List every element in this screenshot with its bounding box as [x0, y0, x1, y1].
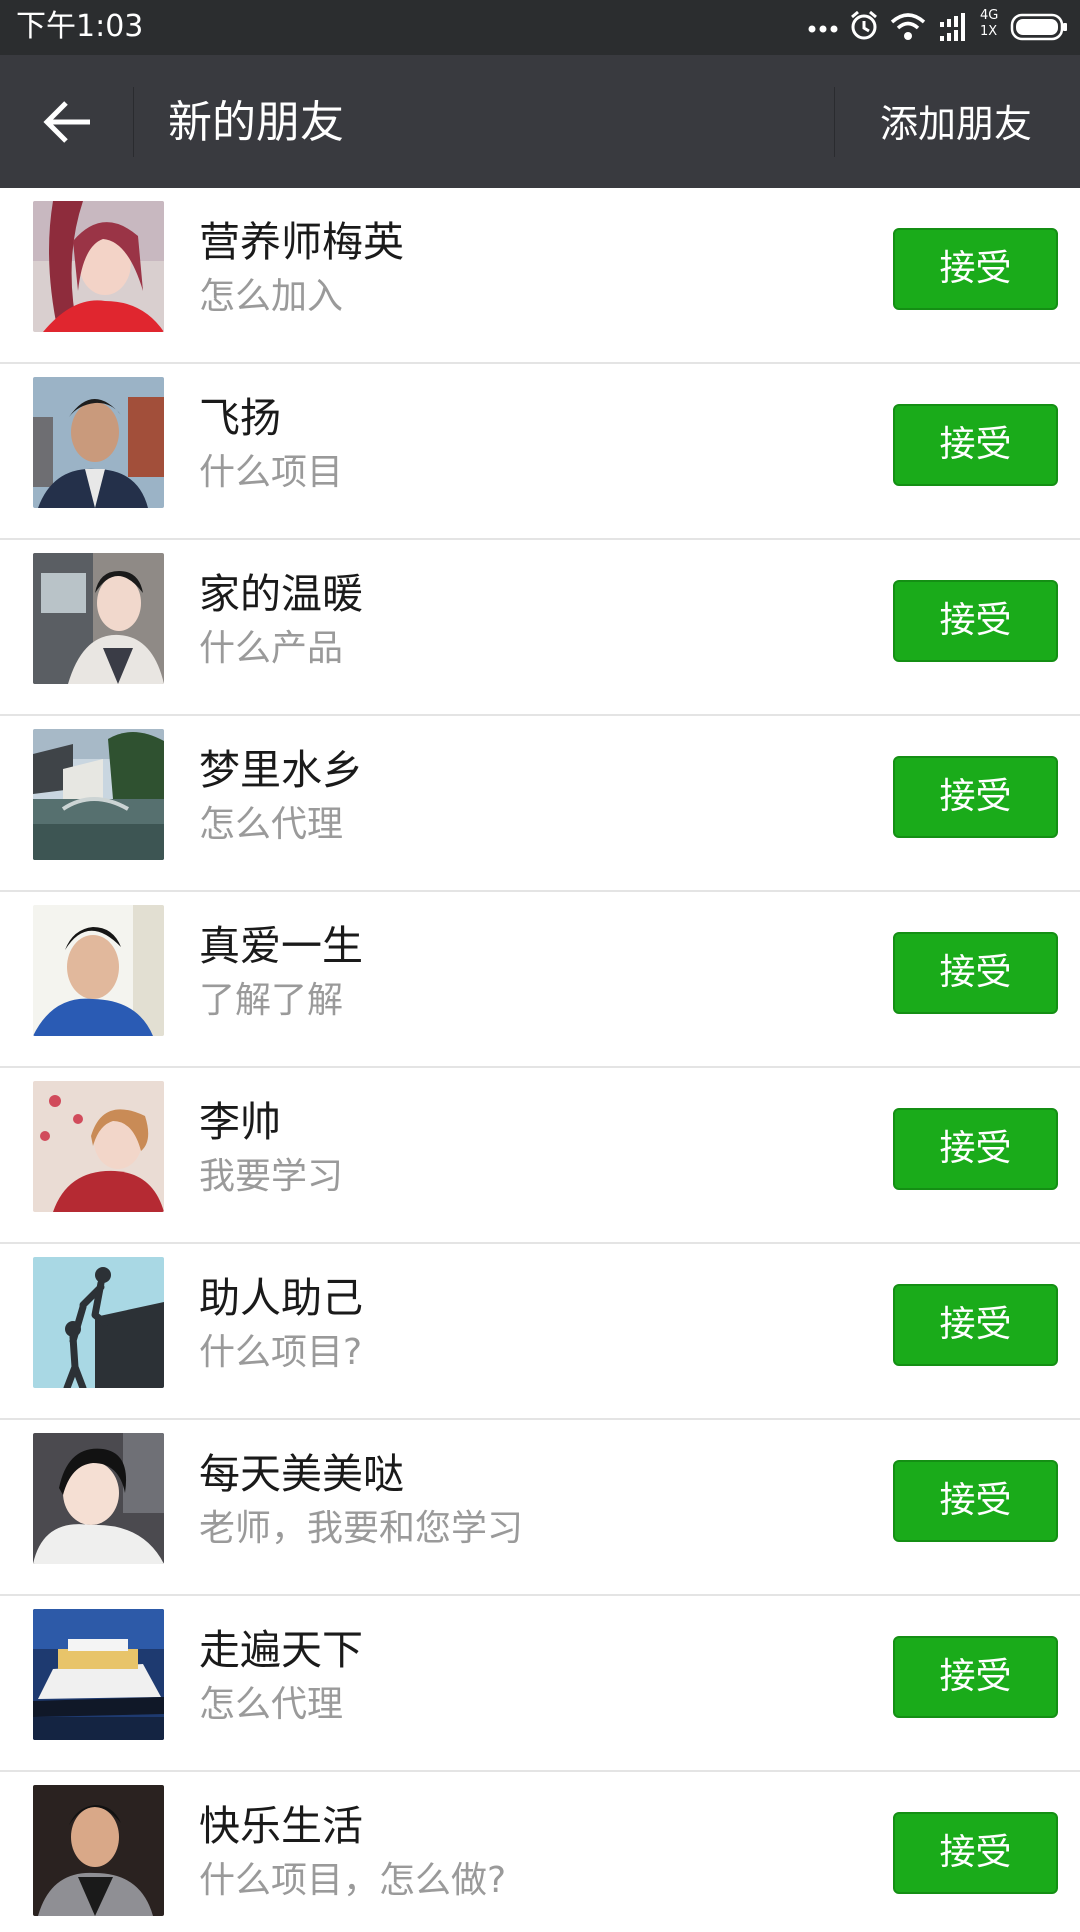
avatar — [33, 377, 164, 508]
request-name: 助人助己 — [199, 1274, 363, 1322]
app-bar-divider — [133, 87, 134, 157]
app-bar-divider — [834, 87, 835, 157]
avatar — [33, 1609, 164, 1740]
avatar — [33, 201, 164, 332]
accept-button[interactable]: 接受 — [893, 228, 1058, 310]
request-message: 什么项目，怎么做? — [199, 1860, 507, 1901]
wifi-icon — [890, 12, 926, 42]
friend-request-row[interactable]: 李帅 我要学习 接受 — [0, 1068, 1080, 1244]
request-name: 飞扬 — [199, 394, 281, 442]
friend-request-list: 营养师梅英 怎么加入 接受 飞扬 什么项目 接受 家的温暖 什么产品 接受 梦里… — [0, 188, 1080, 1932]
request-name: 家的温暖 — [199, 570, 363, 618]
avatar — [33, 1433, 164, 1564]
accept-button[interactable]: 接受 — [893, 1108, 1058, 1190]
signal-icon — [940, 12, 976, 42]
request-name: 营养师梅英 — [199, 218, 404, 266]
more-dots-icon — [808, 20, 838, 34]
avatar — [33, 905, 164, 1036]
avatar — [33, 1785, 164, 1916]
request-message: 怎么代理 — [199, 804, 344, 845]
page-title: 新的朋友 — [168, 97, 344, 148]
request-name: 走遍天下 — [199, 1626, 363, 1674]
request-message: 怎么代理 — [199, 1684, 344, 1725]
add-friend-button[interactable]: 添加朋友 — [880, 99, 1032, 149]
request-message: 什么产品 — [199, 628, 344, 669]
app-bar: 新的朋友 添加朋友 — [0, 55, 1080, 188]
friend-request-row[interactable]: 走遍天下 怎么代理 接受 — [0, 1596, 1080, 1772]
accept-button[interactable]: 接受 — [893, 1284, 1058, 1366]
request-message: 怎么加入 — [199, 276, 344, 317]
request-message: 什么项目 — [199, 452, 344, 493]
alarm-icon — [848, 10, 880, 42]
accept-button[interactable]: 接受 — [893, 580, 1058, 662]
request-message: 老师，我要和您学习 — [199, 1508, 524, 1549]
status-bar: 下午1:03 4G 1X — [0, 0, 1080, 55]
accept-button[interactable]: 接受 — [893, 756, 1058, 838]
accept-button[interactable]: 接受 — [893, 1812, 1058, 1894]
accept-button[interactable]: 接受 — [893, 1636, 1058, 1718]
avatar — [33, 1081, 164, 1212]
arrow-left-icon — [43, 101, 90, 143]
avatar — [33, 553, 164, 684]
request-name: 李帅 — [199, 1098, 281, 1146]
friend-request-row[interactable]: 每天美美哒 老师，我要和您学习 接受 — [0, 1420, 1080, 1596]
friend-request-row[interactable]: 飞扬 什么项目 接受 — [0, 364, 1080, 540]
request-message: 我要学习 — [199, 1156, 344, 1197]
request-message: 了解了解 — [199, 980, 344, 1021]
friend-request-row[interactable]: 真爱一生 了解了解 接受 — [0, 892, 1080, 1068]
request-name: 梦里水乡 — [199, 746, 363, 794]
friend-request-row[interactable]: 助人助己 什么项目? 接受 — [0, 1244, 1080, 1420]
accept-button[interactable]: 接受 — [893, 404, 1058, 486]
status-time: 下午1:03 — [16, 9, 144, 44]
friend-request-row[interactable]: 营养师梅英 怎么加入 接受 — [0, 188, 1080, 364]
request-message: 什么项目? — [199, 1332, 363, 1373]
network-type: 4G 1X — [980, 8, 999, 39]
battery-icon — [1010, 12, 1068, 42]
request-name: 每天美美哒 — [199, 1450, 404, 1498]
request-name: 快乐生活 — [199, 1802, 363, 1850]
accept-button[interactable]: 接受 — [893, 932, 1058, 1014]
back-button[interactable] — [30, 91, 104, 153]
friend-request-row[interactable]: 家的温暖 什么产品 接受 — [0, 540, 1080, 716]
friend-request-row[interactable]: 快乐生活 什么项目，怎么做? 接受 — [0, 1772, 1080, 1932]
request-name: 真爱一生 — [199, 922, 363, 970]
accept-button[interactable]: 接受 — [893, 1460, 1058, 1542]
avatar — [33, 729, 164, 860]
friend-request-row[interactable]: 梦里水乡 怎么代理 接受 — [0, 716, 1080, 892]
avatar — [33, 1257, 164, 1388]
